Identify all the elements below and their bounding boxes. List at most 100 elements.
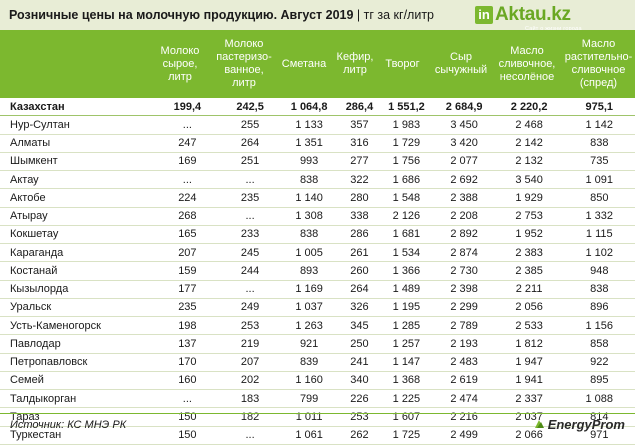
title-unit: | тг за кг/литр — [353, 8, 434, 22]
value-cell: 838 — [278, 225, 340, 245]
total-row: Казахстан 199,4 242,5 1 064,8 286,4 1 551,2 2 … — [0, 98, 635, 117]
value-cell: 235 — [221, 188, 279, 208]
value-cell: 198 — [153, 316, 222, 336]
title-bar: Розничные цены на молочную продукцию. Ав… — [0, 0, 635, 32]
value-cell: 1 366 — [379, 261, 434, 281]
city-cell: Атырау — [0, 207, 154, 226]
value-cell: 1 308 — [278, 207, 340, 226]
value-cell: 2 468 — [494, 115, 564, 135]
city-cell: Уральск — [0, 298, 154, 318]
column-header: Творог — [385, 57, 420, 70]
price-table: Казахстан 199,4 242,5 1 064,8 286,4 1 551,2 2 … — [0, 98, 635, 445]
value-cell: 207 — [153, 243, 222, 263]
value-cell: 1 005 — [278, 243, 340, 263]
value-cell: 1 551,2 — [379, 98, 434, 117]
city-cell: Шымкент — [0, 152, 154, 172]
value-cell: 1 147 — [379, 353, 434, 372]
value-cell: 2 388 — [433, 188, 495, 208]
value-cell: 2 211 — [494, 280, 564, 299]
value-cell: 249 — [221, 298, 279, 318]
city-cell: Кокшетау — [0, 225, 154, 245]
value-cell: 338 — [339, 207, 380, 226]
value-cell: 1 812 — [494, 334, 564, 354]
value-cell: 948 — [563, 261, 635, 281]
table-row: Семей 160 202 1 160 340 1 368 2 619 1 941 895 — [0, 371, 635, 391]
city-cell: Усть-Каменогорск — [0, 316, 154, 336]
city-cell: Петропавловск — [0, 353, 154, 372]
table-row: Кызылорда 177... 1 169 264 1 489 2 398 2 211 83… — [0, 280, 635, 299]
value-cell: 2 874 — [433, 243, 495, 263]
city-cell: Семей — [0, 371, 154, 391]
value-cell: 1 142 — [563, 115, 635, 135]
table-row: Усть-Каменогорск 198 253 1 263 345 1 285 2 789… — [0, 316, 635, 336]
city-cell: Караганда — [0, 243, 154, 263]
value-cell: 993 — [278, 152, 340, 172]
value-cell: 226 — [339, 389, 380, 409]
value-cell: 1 195 — [379, 298, 434, 318]
value-cell: 2 126 — [379, 207, 434, 226]
title-text: Розничные цены на молочную продукцию. Ав… — [9, 8, 354, 22]
value-cell: 1 140 — [278, 188, 340, 208]
value-cell: 253 — [221, 316, 279, 336]
value-cell: 799 — [278, 389, 340, 409]
value-cell: 838 — [278, 170, 340, 190]
value-cell: 1 257 — [379, 334, 434, 354]
aktau-logo[interactable]: in Aktau.kz Сайт о жизни города — [475, 2, 623, 32]
value-cell: 735 — [563, 152, 635, 172]
value-cell: 1 225 — [379, 389, 434, 409]
table-row: Караганда 207 245 1 005 261 1 534 2 874 2 383 1 … — [0, 243, 635, 263]
value-cell: 2 730 — [433, 261, 495, 281]
value-cell: 322 — [339, 170, 380, 190]
value-cell: 1 332 — [563, 207, 635, 226]
value-cell: 2 483 — [433, 353, 495, 372]
energyprom-name: EnergyProm — [547, 417, 625, 432]
city-cell: Актау — [0, 170, 154, 190]
city-cell: Павлодар — [0, 334, 154, 354]
city-cell: Нур-Султан — [0, 115, 154, 135]
value-cell: 235 — [153, 298, 222, 318]
value-cell: 1 156 — [563, 316, 635, 336]
table-row: Костанай 159 244 893 260 1 366 2 730 2 385 948 — [0, 261, 635, 281]
value-cell: 2 220,2 — [494, 98, 564, 117]
value-cell: 1 941 — [494, 371, 564, 391]
value-cell: 895 — [563, 371, 635, 391]
logo-badge: in — [475, 6, 493, 24]
value-cell: 2 056 — [494, 298, 564, 318]
value-cell: ... — [221, 280, 279, 299]
value-cell: 2 474 — [433, 389, 495, 409]
value-cell: 2 132 — [494, 152, 564, 172]
value-cell: 838 — [563, 280, 635, 299]
city-cell: Алматы — [0, 134, 154, 153]
value-cell: 2 619 — [433, 371, 495, 391]
value-cell: 858 — [563, 334, 635, 354]
table-row: Актау...... 838 322 1 686 2 692 3 540 1 091 — [0, 170, 635, 190]
table-row: Кокшетау 165 233 838 286 1 681 2 892 1 952 1 115 — [0, 225, 635, 245]
value-cell: 251 — [221, 152, 279, 172]
column-header: Масло сливочное, несолёное — [498, 44, 556, 83]
value-cell: 277 — [339, 152, 380, 172]
value-cell: 264 — [221, 134, 279, 153]
value-cell: 241 — [339, 353, 380, 372]
value-cell: 1 285 — [379, 316, 434, 336]
value-cell: 224 — [153, 188, 222, 208]
value-cell: 340 — [339, 371, 380, 391]
value-cell: 1 102 — [563, 243, 635, 263]
city-cell: Казахстан — [0, 98, 154, 117]
value-cell: 137 — [153, 334, 222, 354]
value-cell: ... — [221, 207, 279, 226]
value-cell: 247 — [153, 134, 222, 153]
value-cell: ... — [221, 170, 279, 190]
value-cell: 1 037 — [278, 298, 340, 318]
value-cell: 1 091 — [563, 170, 635, 190]
value-cell: 838 — [563, 134, 635, 153]
value-cell: 2 299 — [433, 298, 495, 318]
value-cell: 1 686 — [379, 170, 434, 190]
value-cell: 219 — [221, 334, 279, 354]
value-cell: 268 — [153, 207, 222, 226]
value-cell: 2 193 — [433, 334, 495, 354]
city-cell: Талдыкорган — [0, 389, 154, 409]
value-cell: 202 — [221, 371, 279, 391]
value-cell: 357 — [339, 115, 380, 135]
value-cell: 260 — [339, 261, 380, 281]
value-cell: 1 160 — [278, 371, 340, 391]
